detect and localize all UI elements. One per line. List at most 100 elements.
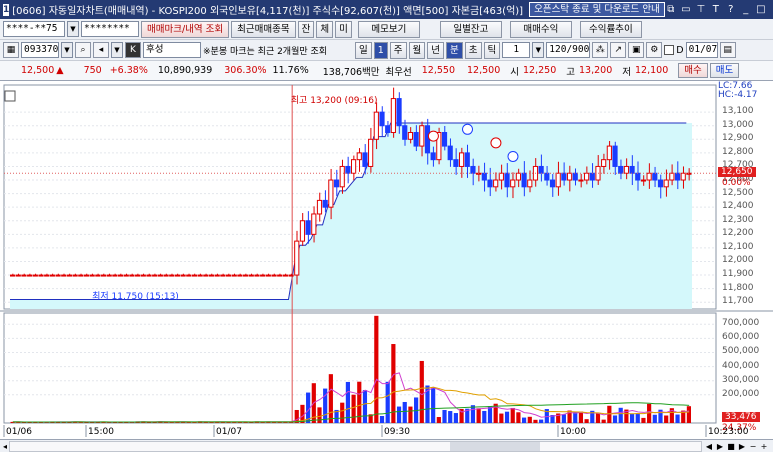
daily-balance-button[interactable]: 일별잔고: [439, 20, 502, 38]
candle-body: [464, 152, 470, 167]
candle-body: [379, 111, 385, 127]
search-icon[interactable]: ⌕: [75, 42, 91, 58]
play-icon[interactable]: ▶: [715, 442, 725, 451]
chart-area[interactable]: 13,100 13,000 12,900 12,800 12,700 12,600 12,5…: [0, 81, 773, 439]
x-axis-label: 01/07: [216, 427, 242, 437]
period-day-button[interactable]: 일: [355, 41, 372, 59]
font-icon[interactable]: T: [710, 4, 722, 16]
candle-body: [680, 172, 686, 181]
volume-bar: [578, 411, 584, 423]
count-input[interactable]: 120/900: [546, 42, 591, 58]
period-tick-button[interactable]: 틱: [483, 41, 501, 59]
volume-bar: [374, 315, 379, 423]
volume-bar: [317, 407, 322, 423]
notice-button[interactable]: 오픈스탁 종료 및 다운로드 안내: [529, 2, 665, 17]
minimize-icon[interactable]: _: [740, 4, 752, 16]
x-axis-label: 01/06: [6, 427, 32, 437]
draw-tool-icon[interactable]: ↗: [610, 42, 627, 58]
settings-gear-icon[interactable]: ⚙: [646, 42, 663, 58]
volume-bar: [561, 414, 566, 423]
sell-button[interactable]: 매도: [709, 63, 740, 78]
buy-button[interactable]: 매수: [678, 63, 708, 78]
candle-body: [640, 179, 647, 182]
period-minute-button[interactable]: 분: [446, 41, 463, 59]
pin-icon[interactable]: ⊤: [695, 4, 707, 16]
calendar-icon[interactable]: ▤: [719, 42, 736, 58]
period-second-button[interactable]: 초: [464, 41, 482, 59]
save-icon[interactable]: ▣: [628, 42, 645, 58]
recent-stocks-button[interactable]: 최근매매종목: [231, 20, 296, 38]
trade-marker: [427, 130, 439, 142]
candle-body: [305, 220, 311, 235]
volume-bar: [504, 411, 510, 423]
overlay-icon[interactable]: ⁂: [592, 42, 609, 58]
window-number-icon: 1: [3, 3, 10, 16]
stop-icon[interactable]: ■: [726, 442, 736, 451]
restore-icon[interactable]: ▭: [680, 4, 692, 16]
volume-bar: [391, 344, 396, 423]
help-icon[interactable]: ?: [725, 4, 737, 16]
candle-body: [623, 165, 629, 174]
link-icon[interactable]: ⧉: [665, 4, 677, 16]
candle-body: [373, 111, 379, 140]
zoom-in-icon[interactable]: +: [759, 442, 769, 451]
candle-body: [402, 125, 408, 140]
maximize-icon[interactable]: □: [755, 4, 767, 16]
candle-body: [504, 172, 510, 188]
change-percent: +6.38%: [109, 65, 148, 76]
candlestick-chart[interactable]: [0, 81, 773, 439]
candle-body: [555, 172, 561, 188]
code-dropdown-icon[interactable]: ▼: [61, 42, 73, 58]
candle-body: [95, 274, 101, 277]
speaker-dropdown-icon[interactable]: ▼: [111, 42, 123, 58]
scroll-thumb[interactable]: [450, 441, 541, 451]
period-num-button[interactable]: 1: [373, 41, 388, 59]
volume-bar: [328, 374, 333, 423]
play-forward-icon[interactable]: ▶: [737, 442, 747, 451]
zoom-out-icon[interactable]: −: [748, 442, 758, 451]
password-input[interactable]: ********: [81, 21, 139, 37]
play-back-icon[interactable]: ◀: [704, 442, 714, 451]
stock-name-field: 후성: [143, 42, 201, 58]
account-input[interactable]: ****-**75: [3, 21, 65, 37]
trade-profit-button[interactable]: 매매수익: [509, 20, 572, 38]
profit-trend-button[interactable]: 수익률추이: [579, 20, 642, 38]
candle-body: [635, 172, 641, 181]
grid-icon[interactable]: ▦: [3, 42, 19, 58]
trade-mark-button[interactable]: 매매마크/내역 조회: [141, 20, 230, 38]
stock-code-input[interactable]: 093370: [21, 42, 59, 58]
candle-body: [117, 274, 124, 277]
period-year-button[interactable]: 년: [427, 41, 445, 59]
candle-body: [169, 274, 175, 277]
scroll-left-icon[interactable]: ◂: [0, 442, 7, 451]
turnover-rate: 11.76%: [272, 65, 309, 76]
period-month-button[interactable]: 월: [408, 41, 426, 59]
quote-bar: 12,500 ▲ 750 +6.38% 10,890,939 306.30% 1…: [0, 61, 773, 81]
candle-body: [10, 274, 16, 277]
date-prefix-label: D: [676, 44, 684, 56]
date-checkbox[interactable]: [664, 45, 675, 55]
horizontal-scrollbar[interactable]: [9, 440, 702, 452]
speaker-icon[interactable]: ◂: [93, 42, 109, 58]
account-toolbar: ****-**75 ▼ ******** 매매마크/내역 조회 최근매매종목 잔…: [0, 19, 773, 40]
candle-body: [424, 125, 431, 154]
memo-button[interactable]: 메모보기: [357, 20, 420, 38]
candle-body: [601, 159, 607, 167]
open-price: 12,250: [523, 65, 557, 76]
candle-body: [453, 159, 459, 167]
market-icon: K: [125, 42, 141, 58]
high-annotation: 최고 13,200 (09:16): [290, 95, 378, 106]
date-input[interactable]: 01/07: [685, 42, 718, 58]
balance-button[interactable]: 잔: [297, 20, 315, 38]
candle-body: [316, 199, 323, 215]
account-dropdown-icon[interactable]: ▼: [67, 21, 79, 37]
interval-input[interactable]: 1: [502, 42, 531, 58]
period-week-button[interactable]: 주: [389, 41, 407, 59]
candle-body: [152, 274, 158, 277]
candle-body: [49, 274, 55, 277]
unfilled-button[interactable]: 미: [335, 20, 352, 38]
candle-body: [21, 274, 27, 277]
filled-button[interactable]: 체: [316, 20, 334, 38]
interval-dropdown-icon[interactable]: ▼: [532, 42, 545, 58]
ask-label: 최우선: [385, 66, 412, 78]
